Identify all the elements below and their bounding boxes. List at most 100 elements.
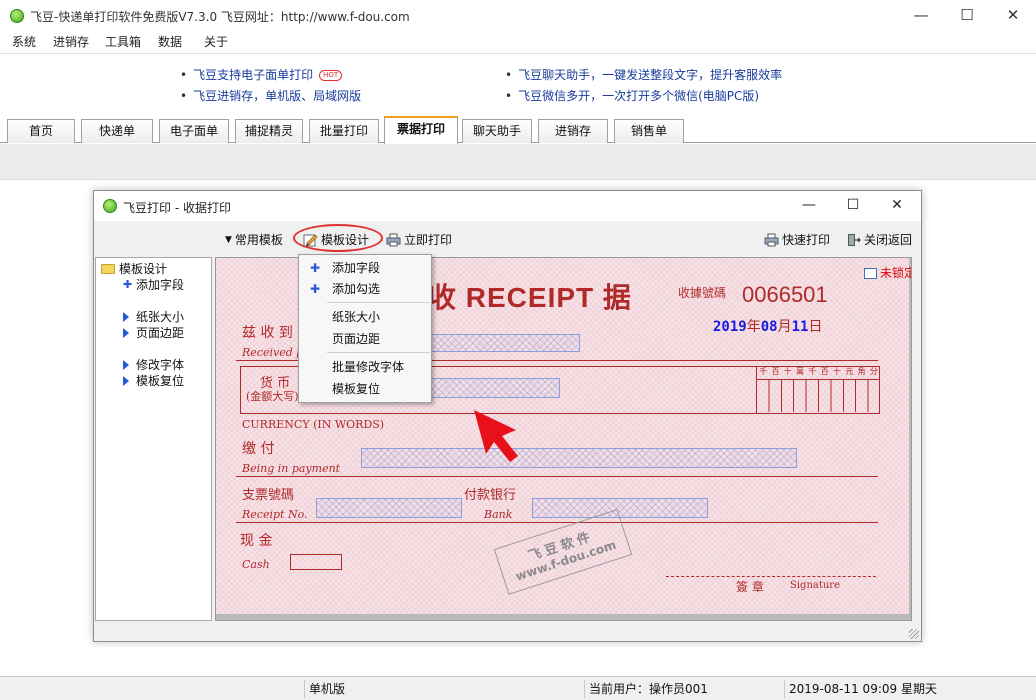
- hot-badge: HOT: [319, 70, 343, 81]
- status-mode: 单机版: [304, 680, 584, 698]
- dialog-title-bar: 飞豆打印 - 收据打印 — ☐ ✕: [94, 191, 921, 221]
- template-tree: 模板设计 ✚ 添加字段 纸张大小 页面边距 修改字体 模板复位: [95, 257, 212, 621]
- receipt-date[interactable]: 2019年08月11日: [713, 316, 822, 336]
- bank-label: 付款银行: [464, 488, 517, 503]
- dialog-maximize-button[interactable]: ☐: [831, 191, 875, 221]
- news-link[interactable]: • 飞豆微信多开，一次打开多个微信(电脑PC版): [505, 87, 759, 104]
- minimize-button[interactable]: —: [898, 0, 944, 32]
- folder-icon: [101, 263, 115, 274]
- plus-icon: ✚: [310, 282, 321, 296]
- plus-icon: ✚: [123, 277, 133, 291]
- plus-icon: ✚: [310, 261, 321, 275]
- news-panel: • 飞豆支持电子面单打印 HOT • 飞豆进销存，单机版、局域网版 • 飞豆聊天助手，一…: [0, 53, 1036, 115]
- tree-item-reset[interactable]: 模板复位: [123, 372, 184, 389]
- tab-receipt-print[interactable]: 票据打印: [384, 116, 458, 144]
- payment-en-label: Being in payment: [242, 462, 341, 475]
- signature-line: [666, 576, 876, 577]
- signature-en-label: Signature: [790, 580, 841, 591]
- menu-data[interactable]: 数据: [158, 33, 182, 50]
- receipt-number: 0066501: [742, 282, 828, 307]
- triangle-icon: [123, 359, 129, 370]
- bank-en-label: Bank: [484, 508, 513, 521]
- tree-item-font[interactable]: 修改字体: [123, 356, 184, 373]
- tab-batch-print[interactable]: 批量打印: [309, 119, 379, 143]
- printer-icon: [386, 233, 401, 246]
- lock-status[interactable]: 未锁定: [864, 264, 911, 281]
- triangle-icon: [123, 327, 129, 338]
- main-tabs: 首页 快递单 电子面单 捕捉精灵 批量打印 票据打印 聊天助手 进销存 销售单: [0, 115, 1036, 144]
- print-now-button[interactable]: 立即打印: [386, 231, 452, 248]
- status-datetime: 2019-08-11 09:09 星期天: [784, 680, 1036, 698]
- tree-item-paper-size[interactable]: 纸张大小: [123, 308, 184, 325]
- template-design-menu: ✚ 添加字段 ✚ 添加勾选 纸张大小 页面边距 批量修改字体 模板复位: [298, 254, 432, 403]
- news-link[interactable]: • 飞豆进销存，单机版、局域网版: [180, 87, 361, 104]
- receipt-header: 收 RECEIPT 据: [428, 282, 632, 313]
- app-logo-icon: [10, 9, 24, 23]
- tab-sales[interactable]: 销售单: [614, 119, 684, 143]
- common-templates-button[interactable]: ▼ 常用模板: [225, 231, 283, 248]
- close-button[interactable]: ✕: [990, 0, 1036, 32]
- tab-inventory[interactable]: 进销存: [538, 119, 608, 143]
- close-return-button[interactable]: 关闭返回: [846, 231, 912, 248]
- cash-box: [290, 554, 342, 570]
- menu-toolbox[interactable]: 工具箱: [105, 33, 141, 50]
- tab-home[interactable]: 首页: [7, 119, 75, 143]
- news-link[interactable]: • 飞豆聊天助手，一键发送整段文字，提升客服效率: [505, 66, 782, 83]
- tree-item-add-field[interactable]: ✚ 添加字段: [123, 276, 184, 293]
- tab-express[interactable]: 快递单: [81, 119, 153, 143]
- resize-grip[interactable]: [909, 629, 919, 639]
- quick-print-button[interactable]: 快速打印: [764, 231, 830, 248]
- menu-about[interactable]: 关于: [204, 33, 228, 50]
- menu-item-margins[interactable]: 页面边距: [300, 329, 430, 349]
- status-user: 当前用户：操作员001: [584, 680, 784, 698]
- menu-item-batch-font[interactable]: 批量修改字体: [300, 357, 430, 377]
- maximize-button[interactable]: ☐: [944, 0, 990, 32]
- dialog-toolbar: ▼ 常用模板 模板设计 立即打印 快速打印 关闭返回: [94, 221, 921, 257]
- tab-chat-assistant[interactable]: 聊天助手: [462, 119, 532, 143]
- cash-label: 现 金: [240, 533, 273, 549]
- dialog-close-button[interactable]: ✕: [875, 191, 919, 221]
- triangle-icon: [123, 375, 129, 386]
- received-from-label: 兹 收 到: [242, 325, 293, 341]
- menu-item-add-checkbox[interactable]: ✚ 添加勾选: [300, 279, 430, 299]
- menu-item-reset[interactable]: 模板复位: [300, 379, 430, 399]
- dialog-title: 飞豆打印 - 收据打印: [123, 201, 231, 215]
- dialog-minimize-button[interactable]: —: [787, 191, 831, 221]
- tab-content-header: [0, 144, 1036, 180]
- menu-separator: [327, 352, 430, 353]
- tree-root[interactable]: 模板设计: [101, 260, 167, 277]
- receipt-rule: [236, 476, 878, 477]
- triangle-icon: [123, 311, 129, 322]
- red-arrow-icon: [474, 410, 518, 462]
- news-link[interactable]: • 飞豆支持电子面单打印 HOT: [180, 66, 343, 83]
- tree-item-margins[interactable]: 页面边距: [123, 324, 184, 341]
- digit-grid: 千 百 十 萬 千 百 十 元 角 分: [756, 366, 880, 414]
- tab-capture[interactable]: 捕捉精灵: [235, 119, 303, 143]
- payment-label: 缴 付: [242, 441, 275, 457]
- menu-item-paper-size[interactable]: 纸张大小: [300, 307, 430, 327]
- menu-item-add-field[interactable]: ✚ 添加字段: [300, 258, 430, 278]
- highlight-annotation: [293, 224, 383, 252]
- status-bar: 单机版 当前用户：操作员001 2019-08-11 09:09 星期天: [0, 676, 1036, 700]
- dialog-logo-icon: [103, 199, 117, 213]
- window-title: 飞豆-快递单打印软件免费版V7.3.0 飞豆网址：http://www.f-do…: [30, 10, 410, 24]
- menu-system[interactable]: 系统: [12, 33, 36, 50]
- title-bar: 飞豆-快递单打印软件免费版V7.3.0 飞豆网址：http://www.f-do…: [0, 0, 1036, 32]
- receipt-rule: [236, 522, 878, 523]
- cash-en-label: Cash: [242, 558, 270, 571]
- cheque-field[interactable]: [316, 498, 462, 518]
- menu-separator: [327, 302, 430, 303]
- menu-bar: 系统 进销存 工具箱 数据 关于: [0, 32, 1036, 52]
- menu-inventory[interactable]: 进销存: [53, 33, 89, 50]
- dropdown-arrow-icon: ▼: [225, 234, 232, 245]
- printer-icon: [764, 233, 779, 246]
- exit-door-icon: [848, 233, 861, 246]
- payment-field[interactable]: [361, 448, 797, 468]
- bank-field[interactable]: [532, 498, 708, 518]
- signature-label: 簽 章: [736, 580, 764, 594]
- amount-label: (金额大写): [246, 390, 299, 403]
- tab-e-waybill[interactable]: 电子面单: [159, 119, 229, 143]
- currency-en-label: CURRENCY (IN WORDS): [242, 418, 385, 431]
- receipt-number-label: 收據號碼: [678, 286, 727, 300]
- receipt-no-label: Receipt No.: [242, 508, 308, 521]
